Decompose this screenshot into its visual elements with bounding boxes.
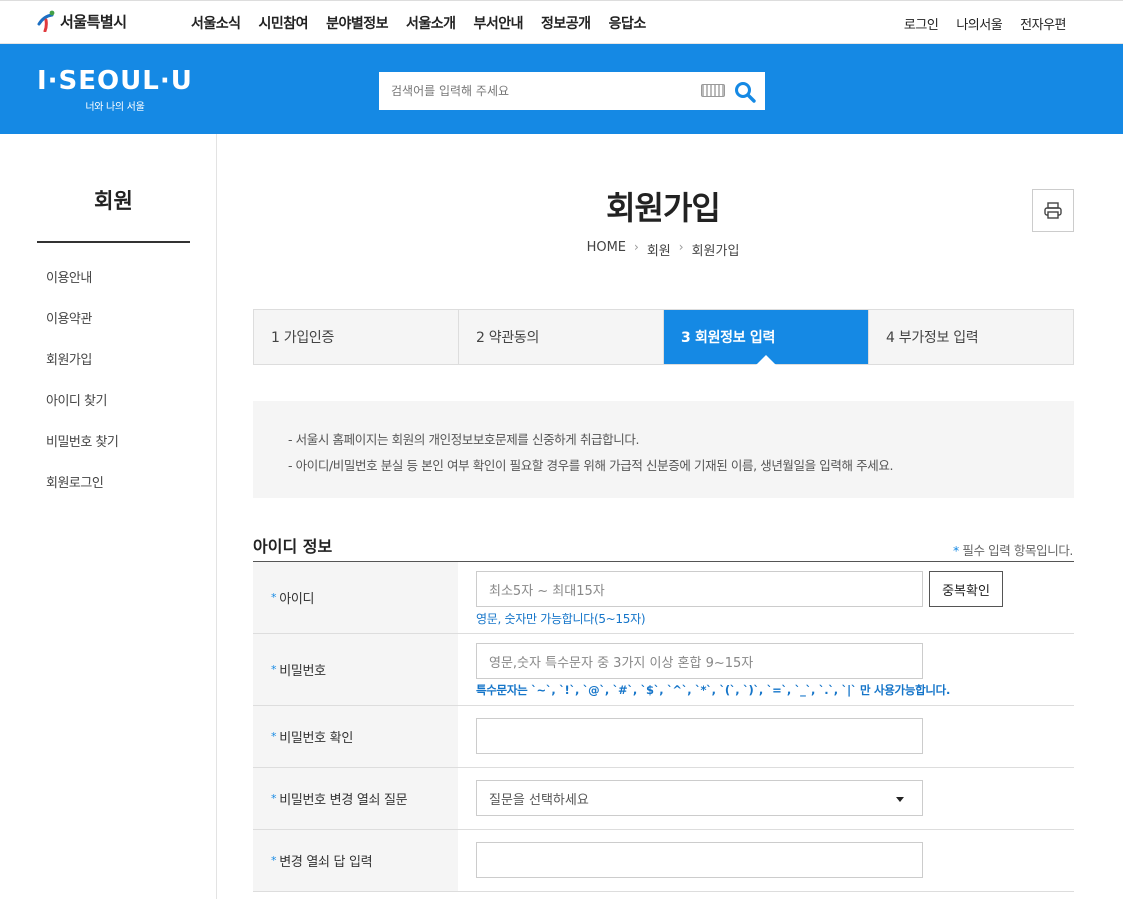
question-select[interactable]: 질문을 선택하세요 (476, 780, 923, 816)
print-button[interactable] (1032, 189, 1074, 232)
printer-icon (1044, 201, 1062, 219)
form-row-password: * 비밀번호 영문,숫자 특수문자 중 3가지 이상 혼합 9~15자 특수문자는… (253, 634, 1074, 706)
sidebar-item-signup[interactable]: 회원가입 (46, 349, 118, 390)
gnb-item[interactable]: 시민참여 (259, 13, 309, 33)
breadcrumb: HOME › 회원 › 회원가입 (253, 240, 1073, 259)
email-link[interactable]: 전자우편 (1020, 14, 1066, 33)
sidebar-menu: 이용안내 이용약관 회원가입 아이디 찾기 비밀번호 찾기 회원로그인 (46, 267, 119, 513)
password-confirm-label: * 비밀번호 확인 (253, 706, 458, 767)
my-seoul-link[interactable]: 나의서울 (956, 14, 1002, 33)
gnb-item[interactable]: 부서안내 (474, 13, 524, 33)
search-icon[interactable] (733, 80, 757, 104)
required-note: * 필수 입력 항목입니다. (953, 540, 1073, 559)
question-label: * 비밀번호 변경 열쇠 질문 (253, 768, 458, 829)
duplicate-check-button[interactable]: 중복확인 (929, 571, 1003, 607)
search-box (379, 72, 765, 110)
sidebar-item-find-id[interactable]: 아이디 찾기 (46, 390, 118, 431)
sidebar-item-find-password[interactable]: 비밀번호 찾기 (46, 431, 119, 472)
id-label: * 아이디 (253, 562, 458, 633)
form-row-answer: * 변경 열쇠 답 입력 (253, 830, 1074, 892)
form-row-id: * 아이디 최소5자 ~ 최대15자 영문, 숫자만 가능합니다(5~15자) 중… (253, 562, 1074, 634)
gnb-item[interactable]: 서울소식 (191, 13, 241, 33)
notice-line: - 아이디/비밀번호 분실 등 본인 여부 확인이 필요할 경우를 위해 가급적… (288, 458, 894, 473)
brand-logo[interactable]: I·SEOUL·U 너와 나의 서울 (37, 67, 193, 113)
top-bar: 서울특별시 서울소식 시민참여 분야별정보 서울소개 부서안내 정보공개 응답소… (0, 0, 1123, 44)
gnb-item[interactable]: 정보공개 (541, 13, 591, 33)
gnb-item[interactable]: 서울소개 (406, 13, 456, 33)
question-selected: 질문을 선택하세요 (489, 792, 589, 808)
breadcrumb-member[interactable]: 회원 (647, 240, 671, 259)
answer-field[interactable] (476, 842, 923, 878)
search-input[interactable] (379, 72, 689, 110)
notice-line: - 서울시 홈페이지는 회원의 개인정보보호문제를 신중하게 취급합니다. (288, 432, 640, 447)
brand-text: I·SEOUL·U (37, 66, 193, 96)
password-confirm-field[interactable] (476, 718, 923, 754)
login-link[interactable]: 로그인 (904, 14, 939, 33)
step-terms: 2 약관동의 (459, 310, 664, 364)
util-nav: 로그인 나의서울 전자우편 (886, 14, 1067, 33)
chevron-right-icon: › (678, 240, 684, 254)
caret-down-icon (896, 797, 904, 802)
step-extra-info: 4 부가정보 입력 (886, 330, 979, 346)
step-member-info: 3 회원정보 입력 (664, 310, 869, 365)
sidebar-item-usage-guide[interactable]: 이용안내 (46, 267, 118, 308)
signup-steps: 1 가입인증 2 약관동의 3 회원정보 입력 4 부가정보 입력 (253, 309, 1074, 365)
step-verification: 1 가입인증 (254, 310, 459, 364)
seoul-symbol-icon (36, 10, 58, 33)
keyboard-icon[interactable] (701, 84, 725, 97)
answer-label: * 변경 열쇠 답 입력 (253, 830, 458, 891)
sidebar-item-member-login[interactable]: 회원로그인 (46, 472, 118, 513)
member-info-form: * 아이디 최소5자 ~ 최대15자 영문, 숫자만 가능합니다(5~15자) 중… (253, 561, 1074, 892)
header-banner: I·SEOUL·U 너와 나의 서울 (0, 44, 1123, 134)
seoul-logo[interactable]: 서울특별시 (36, 10, 127, 33)
chevron-right-icon: › (634, 240, 639, 254)
notice-box: - 서울시 홈페이지는 회원의 개인정보보호문제를 신중하게 취급합니다. - … (253, 401, 1074, 498)
sidebar-title: 회원 (37, 185, 190, 243)
form-row-question: * 비밀번호 변경 열쇠 질문 질문을 선택하세요 (253, 768, 1074, 830)
breadcrumb-current: 회원가입 (691, 244, 740, 259)
form-row-password-confirm: * 비밀번호 확인 (253, 706, 1074, 768)
brand-subtext: 너와 나의 서울 (85, 102, 145, 113)
id-field[interactable]: 최소5자 ~ 최대15자 (476, 571, 923, 607)
sidebar: 회원 이용안내 이용약관 회원가입 아이디 찾기 비밀번호 찾기 회원로그인 (0, 134, 217, 899)
password-field[interactable]: 영문,숫자 특수문자 중 3가지 이상 혼합 9~15자 (476, 643, 923, 679)
logo-text: 서울특별시 (60, 12, 127, 31)
required-asterisk: * (952, 543, 959, 558)
password-label: * 비밀번호 (253, 634, 458, 705)
page-title: 회원가입 (606, 189, 721, 227)
gnb-item[interactable]: 분야별정보 (326, 13, 388, 33)
sidebar-item-terms[interactable]: 이용약관 (46, 308, 118, 349)
required-note-text: 필수 입력 항목입니다. (962, 543, 1073, 558)
breadcrumb-home[interactable]: HOME (587, 240, 626, 259)
id-hint: 영문, 숫자만 가능합니다(5~15자) (476, 612, 646, 626)
gnb-item[interactable]: 응답소 (609, 13, 647, 33)
global-nav: 서울소식 시민참여 분야별정보 서울소개 부서안내 정보공개 응답소 (191, 13, 664, 33)
section-title: 아이디 정보 (253, 537, 333, 556)
password-hint: 특수문자는 `~`, `!`, `@`, `#`, `$`, `^`, `*`,… (476, 683, 951, 697)
